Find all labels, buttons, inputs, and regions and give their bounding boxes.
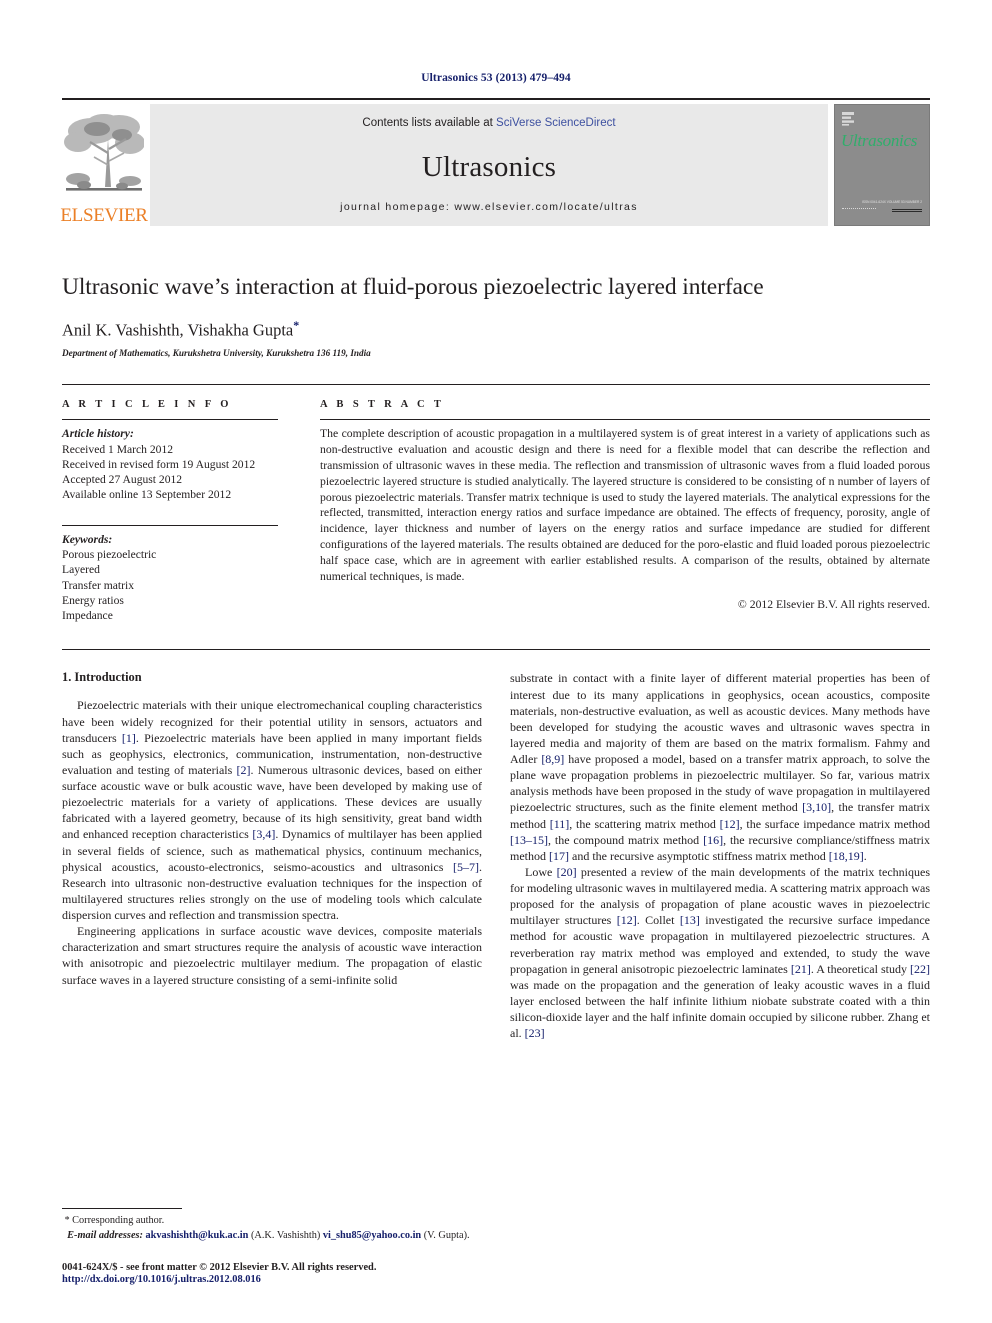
doi-link[interactable]: http://dx.doi.org/10.1016/j.ultras.2012.…	[62, 1274, 482, 1285]
abstract-text: The complete description of acoustic pro…	[320, 427, 930, 583]
corresponding-author-note: * Corresponding author.	[62, 1214, 482, 1228]
journal-title: Ultrasonics	[421, 151, 557, 183]
article-info-heading: A R T I C L E I N F O	[62, 399, 232, 411]
footnote-block: * Corresponding author. E-mail addresses…	[62, 1208, 482, 1285]
citation-link[interactable]: [5–7]	[453, 860, 479, 874]
article-history-label: Article history:	[62, 427, 134, 441]
keywords-group: Keywords: Porous piezoelectric Layered T…	[62, 532, 278, 624]
body-column-right: substrate in contact with a finite layer…	[510, 670, 930, 1129]
issn-front-matter-line: 0041-624X/$ - see front matter © 2012 El…	[62, 1262, 377, 1273]
keyword-item: Energy ratios	[62, 593, 124, 607]
cover-divider-left	[842, 208, 876, 209]
abstract-column: A B S T R A C T The complete description…	[300, 399, 930, 623]
citation-link[interactable]: [21]	[791, 962, 811, 976]
citation-link[interactable]: [13]	[680, 913, 700, 927]
cover-journal-title: Ultrasonics	[841, 131, 918, 150]
email-addresses-label: E-mail addresses:	[67, 1229, 143, 1241]
citation-link[interactable]: [1]	[122, 731, 136, 745]
journal-cover-thumbnail: Ultrasonics ISSN 0041-624X VOLUME 53 NUM…	[834, 104, 930, 226]
corresponding-author-label: Corresponding author.	[72, 1215, 165, 1227]
email-link-primary[interactable]: akvashishth@kuk.ac.in	[146, 1230, 249, 1241]
citation-link[interactable]: [12]	[720, 817, 740, 831]
paragraph: Engineering applications in surface acou…	[62, 924, 482, 987]
keyword-item: Porous piezoelectric	[62, 548, 157, 561]
email-note: E-mail addresses: akvashishth@kuk.ac.in …	[62, 1229, 482, 1243]
corresponding-author-marker[interactable]: *	[293, 318, 299, 332]
citation-link[interactable]: [3,10]	[802, 800, 831, 814]
citation-link[interactable]: [17]	[549, 849, 569, 863]
section-heading-introduction: 1. Introduction	[62, 670, 142, 685]
article-history-item: Received 1 March 2012	[62, 442, 174, 456]
email-owner-secondary: (V. Gupta).	[423, 1229, 470, 1241]
article-history-group: Article history: Received 1 March 2012 R…	[62, 426, 278, 502]
citation-link[interactable]: [12]	[617, 913, 637, 927]
cover-elsevier-mark-icon	[842, 112, 854, 126]
paragraph: Lowe [20] presented a review of the main…	[510, 864, 931, 1041]
citation-link[interactable]: [16]	[703, 833, 723, 847]
keyword-item: Transfer matrix	[62, 578, 135, 592]
author-names: Anil K. Vashishth, Vishakha Gupta	[62, 320, 294, 340]
citation-link[interactable]: [11]	[550, 817, 570, 831]
email-owner-primary: (A.K. Vashishth)	[250, 1229, 321, 1241]
citation-link[interactable]: [22]	[910, 962, 930, 976]
running-head: Ultrasonics 53 (2013) 479–494	[421, 72, 571, 84]
paragraph: Piezoelectric materials with their uniqu…	[62, 698, 482, 923]
paper-page: Ultrasonics 53 (2013) 479–494 ELSEVIER C…	[0, 0, 992, 1323]
journal-banner: ELSEVIER Contents lists available at Sci…	[60, 98, 930, 226]
citation-link[interactable]: [23]	[525, 1026, 545, 1040]
citation-link[interactable]: [2]	[237, 763, 251, 777]
keywords-rule	[62, 524, 278, 526]
footnote-rule	[62, 1208, 182, 1210]
cover-issue-text: ISSN 0041-624X VOLUME 53 NUMBER 2	[861, 200, 922, 204]
cover-divider-right	[892, 209, 922, 212]
paragraph: substrate in contact with a finite layer…	[510, 671, 931, 863]
article-history-item: Accepted 27 August 2012	[62, 473, 183, 487]
abstract-heading: A B S T R A C T	[320, 399, 445, 411]
article-info-column: A R T I C L E I N F O Article history: R…	[62, 399, 300, 623]
abstract-copyright: © 2012 Elsevier B.V. All rights reserved…	[737, 597, 930, 611]
sciencedirect-link[interactable]: SciVerse ScienceDirect	[496, 117, 616, 129]
issn-block: 0041-624X/$ - see front matter © 2012 El…	[62, 1262, 482, 1285]
keyword-item: Impedance	[62, 609, 113, 623]
journal-homepage-link[interactable]: journal homepage: www.elsevier.com/locat…	[340, 201, 638, 213]
banner-center-panel: Contents lists available at SciVerse Sci…	[150, 104, 828, 226]
elsevier-logo: ELSEVIER	[60, 104, 148, 226]
page-title: Ultrasonic wave’s interaction at fluid-p…	[62, 274, 764, 300]
article-info-rule	[62, 419, 278, 421]
keyword-item: Layered	[62, 563, 100, 577]
citation-link[interactable]: [13–15]	[510, 833, 548, 847]
citation-link[interactable]: [20]	[557, 865, 577, 879]
body-column-left: 1. Introduction Piezoelectric materials …	[62, 670, 482, 1129]
introduction-section: 1. Introduction Piezoelectric materials …	[62, 649, 930, 1129]
citation-link[interactable]: [3,4]	[252, 827, 275, 841]
email-link-secondary[interactable]: vi_shu85@yahoo.co.in	[323, 1230, 421, 1241]
abstract-rule	[320, 419, 930, 421]
contents-prefix: Contents lists available at	[362, 117, 497, 129]
elsevier-tree-icon	[64, 109, 144, 206]
affiliation: Department of Mathematics, Kurukshetra U…	[62, 348, 371, 359]
elsevier-wordmark: ELSEVIER	[60, 205, 148, 226]
contents-available-line: Contents lists available at SciVerse Sci…	[362, 117, 615, 129]
article-history-item: Available online 13 September 2012	[62, 488, 232, 502]
info-abstract-section: A R T I C L E I N F O Article history: R…	[62, 384, 930, 623]
citation-link[interactable]: [8,9]	[541, 752, 564, 766]
asterisk-icon: *	[64, 1215, 70, 1227]
title-block: Ultrasonic wave’s interaction at fluid-p…	[62, 274, 930, 358]
article-history-item: Received in revised form 19 August 2012	[62, 457, 256, 471]
author-list: Anil K. Vashishth, Vishakha Gupta*	[62, 318, 930, 341]
keywords-label: Keywords:	[62, 532, 113, 546]
citation-link[interactable]: [18,19]	[829, 849, 864, 863]
